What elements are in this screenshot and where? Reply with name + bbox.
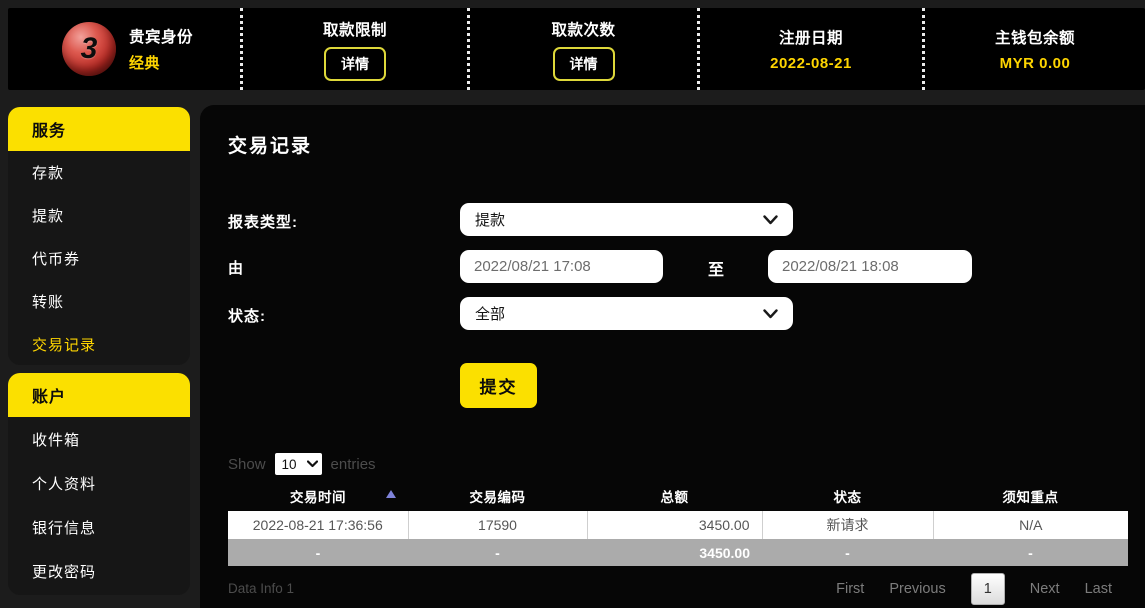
vip-status-label: 贵宾身份: [129, 25, 193, 47]
pagination-last[interactable]: Last: [1085, 581, 1112, 597]
footer-status: -: [762, 539, 933, 566]
report-type-select[interactable]: 提款: [460, 203, 793, 236]
member-dashboard: 3 贵宾身份 经典 取款限制 详情 取款次数 详情 注册日期 2022-08-2…: [0, 0, 1145, 608]
sidebar-group-services: 服务: [8, 107, 190, 151]
table-header-row: 交易时间 交易编码 总额 状态 须知重点: [228, 481, 1128, 511]
submit-button[interactable]: 提交: [460, 363, 537, 408]
footer-time: -: [228, 539, 408, 566]
pagination-page-1[interactable]: 1: [971, 573, 1005, 605]
from-datetime-input[interactable]: [460, 250, 663, 283]
cell-notes: N/A: [933, 511, 1128, 539]
chevron-down-icon: [763, 215, 778, 225]
sidebar-item-deposit[interactable]: 存款: [8, 151, 190, 194]
pagination-next[interactable]: Next: [1030, 581, 1060, 597]
withdrawal-count-label: 取款次数: [551, 18, 615, 40]
to-datetime-input[interactable]: [768, 250, 972, 283]
cell-status: 新请求: [762, 511, 933, 539]
sidebar-item-bank-info[interactable]: 银行信息: [8, 505, 190, 549]
main-wallet-section: 主钱包余额 MYR 0.00: [922, 8, 1145, 90]
column-header-code[interactable]: 交易编码: [408, 481, 587, 511]
pagination-first[interactable]: First: [836, 581, 864, 597]
show-label: Show: [228, 456, 266, 473]
main-content-panel: 交易记录 报表类型: 提款 由 至 状态: 全部 提交 Show 10: [200, 105, 1145, 608]
column-header-notes[interactable]: 须知重点: [933, 481, 1128, 511]
vip-texts: 贵宾身份 经典: [129, 25, 193, 73]
report-type-label: 报表类型:: [228, 211, 298, 232]
top-header-bar: 3 贵宾身份 经典 取款限制 详情 取款次数 详情 注册日期 2022-08-2…: [8, 8, 1145, 90]
chevron-down-icon: [763, 309, 778, 319]
table-row: 2022-08-21 17:36:56 17590 3450.00 新请求 N/…: [228, 511, 1128, 539]
main-wallet-balance: MYR 0.00: [1000, 55, 1071, 72]
sidebar-item-transfer[interactable]: 转账: [8, 280, 190, 323]
sidebar-item-voucher[interactable]: 代币券: [8, 237, 190, 280]
footer-total-amount: 3450.00: [587, 539, 762, 566]
pagination: First Previous 1 Next Last: [836, 573, 1112, 605]
sidebar-item-transaction-records[interactable]: 交易记录: [8, 323, 190, 365]
register-date-section: 注册日期 2022-08-21: [697, 8, 922, 90]
cell-transaction-time: 2022-08-21 17:36:56: [228, 511, 408, 539]
register-date-value: 2022-08-21: [770, 55, 852, 72]
column-header-amount[interactable]: 总额: [587, 481, 762, 511]
sidebar-item-inbox[interactable]: 收件箱: [8, 417, 190, 461]
sidebar-account-panel: 账户 收件箱 个人资料 银行信息 更改密码: [8, 373, 190, 595]
column-header-time[interactable]: 交易时间: [228, 481, 408, 511]
footer-code: -: [408, 539, 587, 566]
sidebar-item-change-password[interactable]: 更改密码: [8, 549, 190, 593]
sort-asc-icon: [386, 490, 396, 498]
status-select[interactable]: 全部: [460, 297, 793, 330]
report-type-selected-value: 提款: [475, 209, 505, 230]
cell-amount: 3450.00: [587, 511, 762, 539]
column-header-time-label: 交易时间: [290, 490, 346, 505]
table-info-text: Data Info 1: [228, 581, 294, 596]
column-header-status[interactable]: 状态: [762, 481, 933, 511]
status-label: 状态:: [228, 305, 266, 326]
sidebar-item-withdrawal[interactable]: 提款: [8, 194, 190, 237]
sidebar-services-panel: 服务 存款 提款 代币券 转账 交易记录: [8, 107, 190, 365]
sidebar-item-profile[interactable]: 个人资料: [8, 461, 190, 505]
entries-label: entries: [331, 456, 376, 473]
to-label: 至: [708, 256, 724, 280]
footer-notes: -: [933, 539, 1128, 566]
register-date-label: 注册日期: [779, 26, 843, 48]
cell-transaction-code: 17590: [408, 511, 587, 539]
status-selected-value: 全部: [475, 303, 505, 324]
withdrawal-limit-label: 取款限制: [323, 18, 387, 40]
withdrawal-limit-details-button[interactable]: 详情: [324, 47, 386, 81]
page-size-value: 10: [282, 457, 297, 472]
vip-status-section: 3 贵宾身份 经典: [8, 8, 240, 90]
vip-tier-value: 经典: [129, 52, 193, 73]
sidebar-group-account: 账户: [8, 373, 190, 417]
withdrawal-limit-section: 取款限制 详情: [240, 8, 467, 90]
withdrawal-count-details-button[interactable]: 详情: [553, 47, 615, 81]
vip-level-ball-icon: 3: [62, 22, 116, 76]
withdrawal-count-section: 取款次数 详情: [467, 8, 697, 90]
entries-bar: Show 10 entries: [228, 453, 376, 475]
from-label: 由: [228, 257, 244, 278]
table-footer-row: - - 3450.00 - -: [228, 539, 1128, 566]
pagination-previous[interactable]: Previous: [889, 581, 945, 597]
page-size-select[interactable]: 10: [275, 453, 322, 475]
main-wallet-label: 主钱包余额: [995, 26, 1075, 48]
page-title: 交易记录: [228, 131, 312, 158]
transactions-table: 交易时间 交易编码 总额 状态 须知重点 2022-08-21 17:36:56…: [228, 481, 1128, 566]
chevron-down-icon: [307, 460, 318, 468]
